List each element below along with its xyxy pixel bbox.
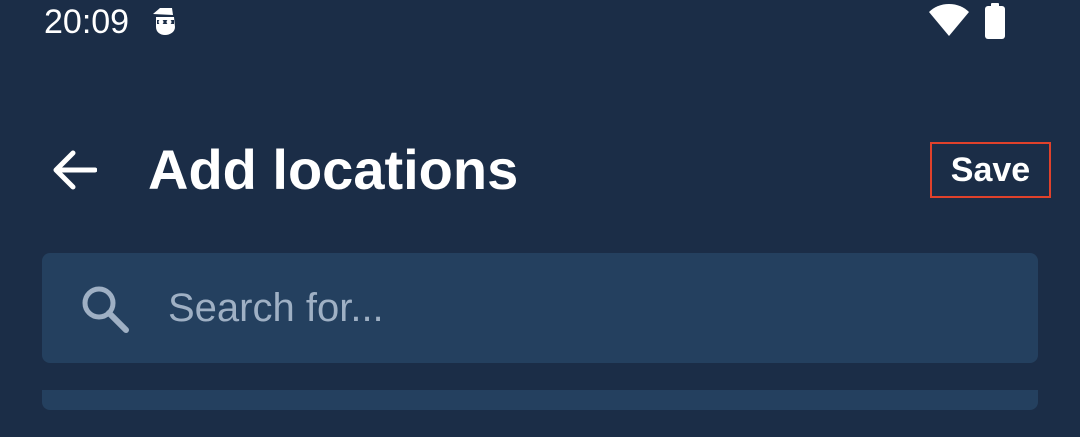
spy-icon <box>153 8 175 35</box>
battery-icon <box>985 3 1005 39</box>
screen: 20:09 Add locations Save <box>0 0 1080 437</box>
wifi-icon <box>929 4 969 36</box>
arrow-left-icon <box>53 150 97 190</box>
page-title: Add locations <box>148 138 519 201</box>
search-icon <box>82 286 129 333</box>
status-time: 20:09 <box>44 3 130 41</box>
list-card <box>42 390 1038 410</box>
save-button[interactable]: Save <box>930 142 1051 198</box>
status-bar: 20:09 <box>0 0 1080 44</box>
search-input[interactable] <box>168 276 1008 340</box>
back-button[interactable] <box>44 140 104 200</box>
app-bar: Add locations Save <box>0 120 1080 220</box>
